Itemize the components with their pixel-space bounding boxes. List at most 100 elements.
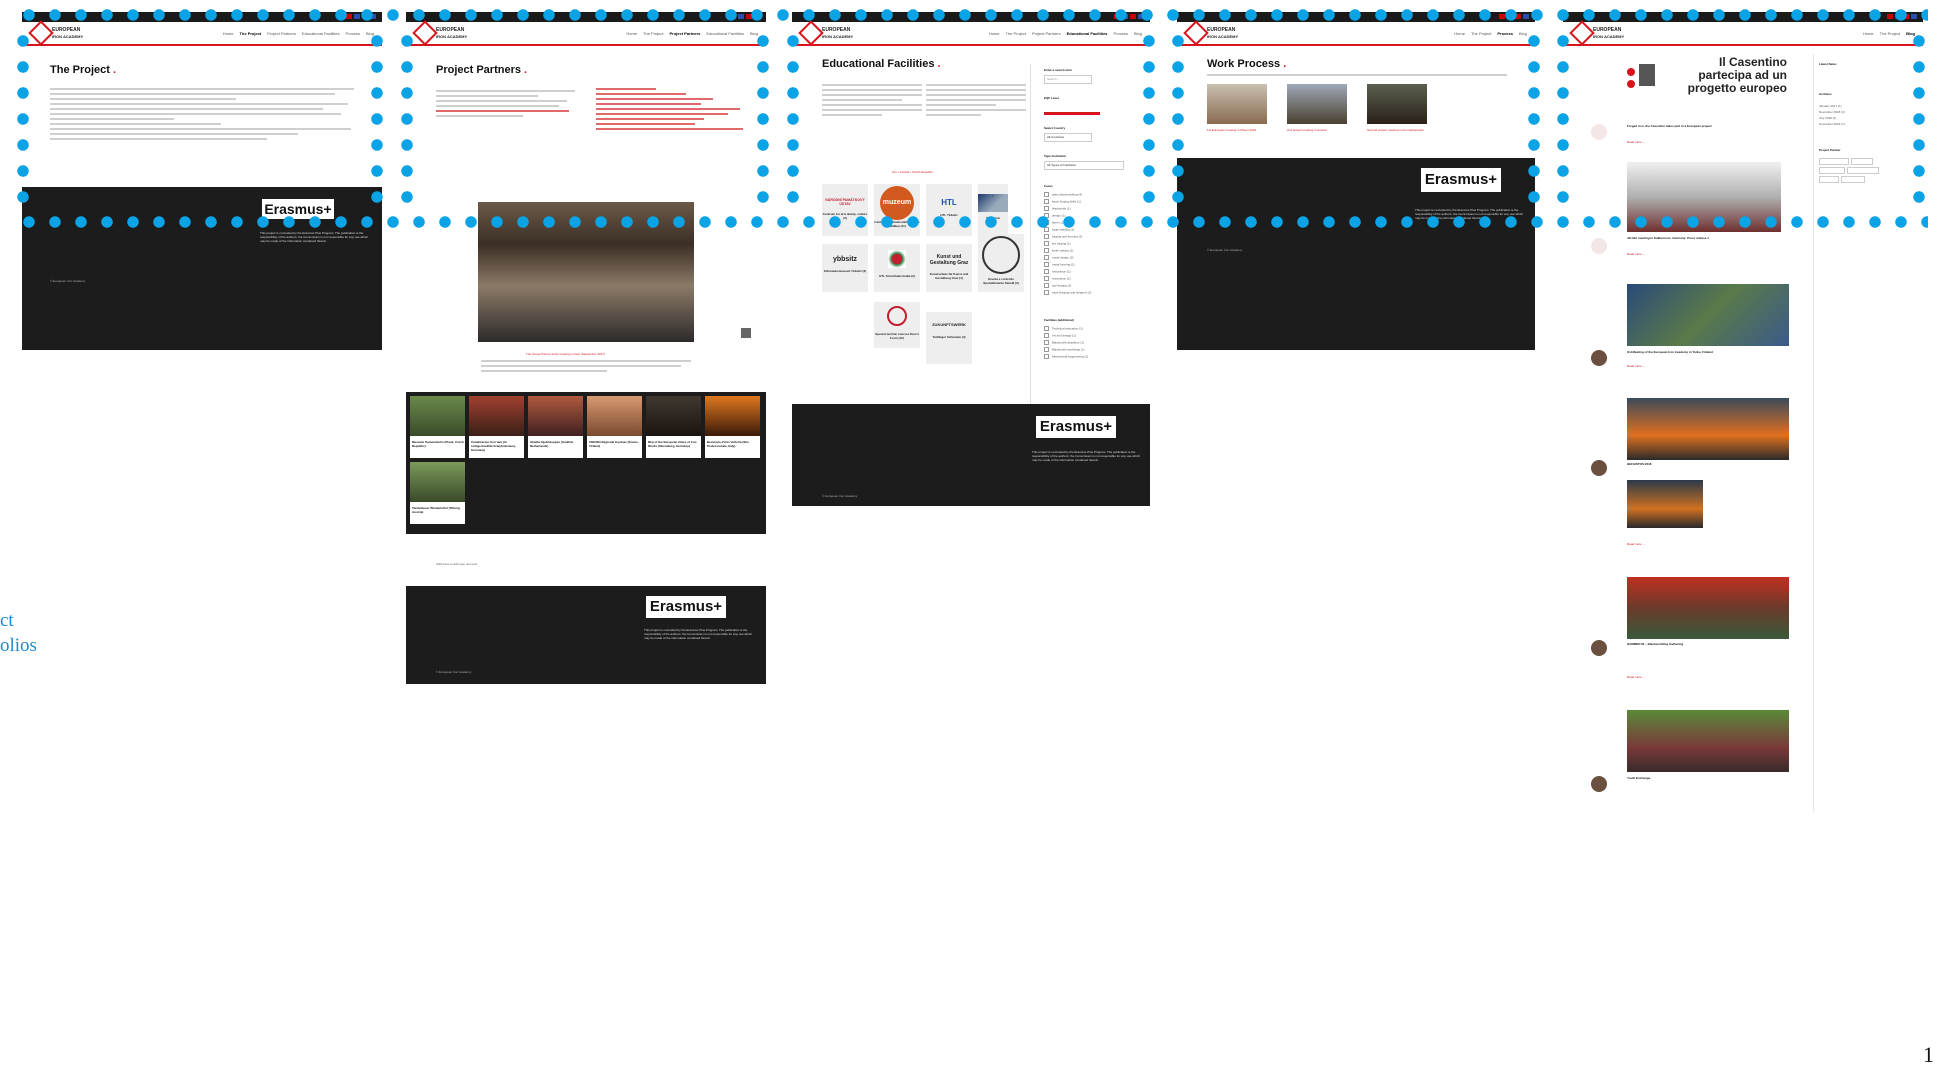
checkbox-row[interactable]: knife making (1) xyxy=(1044,248,1073,253)
nav-item-home[interactable]: Home xyxy=(626,31,637,36)
checkbox-icon[interactable] xyxy=(1044,354,1049,359)
nav-item-the-project[interactable]: The Project xyxy=(643,31,663,36)
post-image[interactable] xyxy=(1627,284,1789,346)
checkbox-icon[interactable] xyxy=(1044,262,1049,267)
archive-link[interactable]: November 2019 (1) xyxy=(1819,122,1845,126)
partner-tag[interactable] xyxy=(1819,167,1845,174)
checkbox-row[interactable]: Technical education (1) xyxy=(1044,326,1083,331)
country-filter-tabs[interactable]: ALL • Austria • Czech Republic xyxy=(892,170,933,174)
post-title[interactable]: HEFAISTOS 2018 xyxy=(1627,462,1787,466)
country-select[interactable]: All Countries xyxy=(1044,133,1092,142)
partner-tag[interactable] xyxy=(1841,176,1865,183)
read-more-link[interactable]: Read more → xyxy=(1627,542,1646,546)
nav-item-the-project[interactable]: The Project xyxy=(1005,31,1025,36)
nav-item-process[interactable]: Process xyxy=(346,31,360,36)
checkbox-row[interactable]: artist blacksmithing (4) xyxy=(1044,192,1082,197)
checkbox-row[interactable]: restoration (1) xyxy=(1044,276,1071,281)
partner-tag[interactable] xyxy=(1847,167,1879,174)
checkbox-row[interactable]: metal design (2) xyxy=(1044,255,1074,260)
partner-tag[interactable] xyxy=(1819,158,1849,165)
search-input[interactable]: Search ... xyxy=(1044,75,1092,84)
read-more-link[interactable]: Read more → xyxy=(1627,140,1646,144)
post-title[interactable]: HAMMER IN – Blacksmithing Gathering xyxy=(1627,642,1787,646)
nav-item-facilities[interactable]: Educational Facilities xyxy=(302,31,340,36)
checkbox-row[interactable]: Mechanical engineering (1) xyxy=(1044,354,1088,359)
nav-item-partners[interactable]: Project Partners xyxy=(267,31,296,36)
partner-card[interactable]: Museum Kamenitzeho (Pisek, Czech Republi… xyxy=(410,396,465,458)
nav-item-home[interactable]: Home xyxy=(1454,31,1465,36)
checkbox-row[interactable]: hot forging (1) xyxy=(1044,241,1071,246)
facility-card[interactable]: HTL Kirschtalerstraße (2) xyxy=(874,244,920,292)
nav-item-facilities[interactable]: Educational Facilities xyxy=(1067,31,1108,36)
checkbox-icon[interactable] xyxy=(1044,241,1049,246)
checkbox-icon[interactable] xyxy=(1044,333,1049,338)
post-title[interactable]: Forged iron, the Casentino takes part in… xyxy=(1627,124,1787,128)
checkbox-row[interactable]: Blacksmith workshop (1) xyxy=(1044,347,1085,352)
nav-item-the-project[interactable]: The Project xyxy=(1471,31,1491,36)
partner-tag[interactable] xyxy=(1819,176,1839,183)
facility-card[interactable]: Kunst und Gestaltung Graz Kunstschule für… xyxy=(926,244,972,292)
nav-item-home[interactable]: Home xyxy=(223,31,234,36)
partner-card[interactable]: Canalizacion Iron tam (Ar cottigenoudfde… xyxy=(469,396,524,458)
scroll-to-top-button[interactable] xyxy=(741,328,751,338)
institution-select[interactable]: All Types of Institution xyxy=(1044,161,1124,170)
partner-card[interactable]: Tandelauser Windertotfel (Tilburg, Austr… xyxy=(410,462,465,524)
nav-item-home[interactable]: Home xyxy=(989,31,1000,36)
read-more-link[interactable]: Read more → xyxy=(1627,675,1646,679)
post-image[interactable] xyxy=(1627,577,1789,639)
post-title[interactable]: 4th EIA meeting in Kalbermoor, Germany: … xyxy=(1627,236,1787,240)
nav-item-blog[interactable]: Blog xyxy=(1134,31,1142,36)
read-more-link[interactable]: Read more → xyxy=(1627,252,1646,256)
archive-link[interactable]: July 2018 (1) xyxy=(1819,116,1836,120)
process-caption[interactable]: Second project meeting in the Netherland… xyxy=(1367,128,1437,132)
post-title[interactable]: Youth Exchange xyxy=(1627,776,1787,780)
checkbox-icon[interactable] xyxy=(1044,347,1049,352)
checkbox-row[interactable]: Blacksmith academy (1) xyxy=(1044,340,1084,345)
facility-card[interactable]: ZUKUNFTSWERK Tuttlinger Schmiede (4) xyxy=(926,312,972,364)
facility-card[interactable]: ybbsitz Schmiedemuseum Ybbsitz (3) xyxy=(822,244,868,292)
nav-item-partners[interactable]: Project Partners xyxy=(670,31,701,36)
archive-link[interactable]: January 2017 (1) xyxy=(1819,104,1842,108)
checkbox-row[interactable]: Art and design (1) xyxy=(1044,333,1076,338)
facility-card[interactable]: Special technic courses Kunst Form (12) xyxy=(874,302,920,348)
checkbox-row[interactable]: metal forming (1) xyxy=(1044,262,1075,267)
nav-item-facilities[interactable]: Educational Facilities xyxy=(706,31,744,36)
checkbox-icon[interactable] xyxy=(1044,340,1049,345)
nav-item-process[interactable]: Process xyxy=(1497,31,1513,36)
archive-link[interactable]: November 2018 (3) xyxy=(1819,110,1845,114)
read-more-link[interactable]: Read more → xyxy=(1627,364,1646,368)
eqf-range-slider[interactable] xyxy=(1044,112,1100,115)
partner-links-list[interactable] xyxy=(596,88,746,133)
nav-item-partners[interactable]: Project Partners xyxy=(1032,31,1061,36)
checkbox-row[interactable]: basic forging skills (1) xyxy=(1044,199,1081,204)
nav-item-home[interactable]: Home xyxy=(1863,31,1874,36)
process-photo[interactable] xyxy=(1207,84,1267,124)
partner-card[interactable]: Rkp of the European Cities of Iron Works… xyxy=(646,396,701,458)
process-caption[interactable]: 2nd project meeting in Austria xyxy=(1287,128,1357,132)
nav-item-the-project[interactable]: The Project xyxy=(1880,31,1900,36)
partner-card[interactable]: VOKSIO Regional Gymnas (Kreise, Tirland) xyxy=(587,396,642,458)
nav-item-process[interactable]: Process xyxy=(1114,31,1128,36)
facility-card[interactable]: Scuola e controllo Spolubilmente Savelli… xyxy=(978,234,1024,292)
partner-card[interactable]: Abathu Hjelmdoppen (Amklob, Netherlands) xyxy=(528,396,583,458)
checkbox-icon[interactable] xyxy=(1044,192,1049,197)
nav-item-the-project[interactable]: The Project xyxy=(239,31,261,36)
post-image[interactable] xyxy=(1627,710,1789,772)
post-image[interactable] xyxy=(1627,398,1789,460)
checkbox-icon[interactable] xyxy=(1044,269,1049,274)
process-photo[interactable] xyxy=(1367,84,1427,124)
checkbox-icon[interactable] xyxy=(1044,255,1049,260)
checkbox-row[interactable]: restoration (1) xyxy=(1044,269,1071,274)
checkbox-icon[interactable] xyxy=(1044,290,1049,295)
partner-card[interactable]: Bevenuto d'Ariz Voltoria (Sito Professio… xyxy=(705,396,760,458)
checkbox-icon[interactable] xyxy=(1044,276,1049,281)
checkbox-icon[interactable] xyxy=(1044,326,1049,331)
post-inline-image[interactable] xyxy=(1627,480,1703,528)
nav-item-blog[interactable]: Blog xyxy=(1519,31,1527,36)
checkbox-icon[interactable] xyxy=(1044,248,1049,253)
checkbox-row[interactable]: tool forging (1) xyxy=(1044,283,1071,288)
process-caption[interactable]: 1st European meeting in Pilsen 2016 xyxy=(1207,128,1277,132)
process-photo[interactable] xyxy=(1287,84,1347,124)
checkbox-row[interactable]: tools (forging and chipper) (1) xyxy=(1044,290,1091,295)
checkbox-icon[interactable] xyxy=(1044,199,1049,204)
